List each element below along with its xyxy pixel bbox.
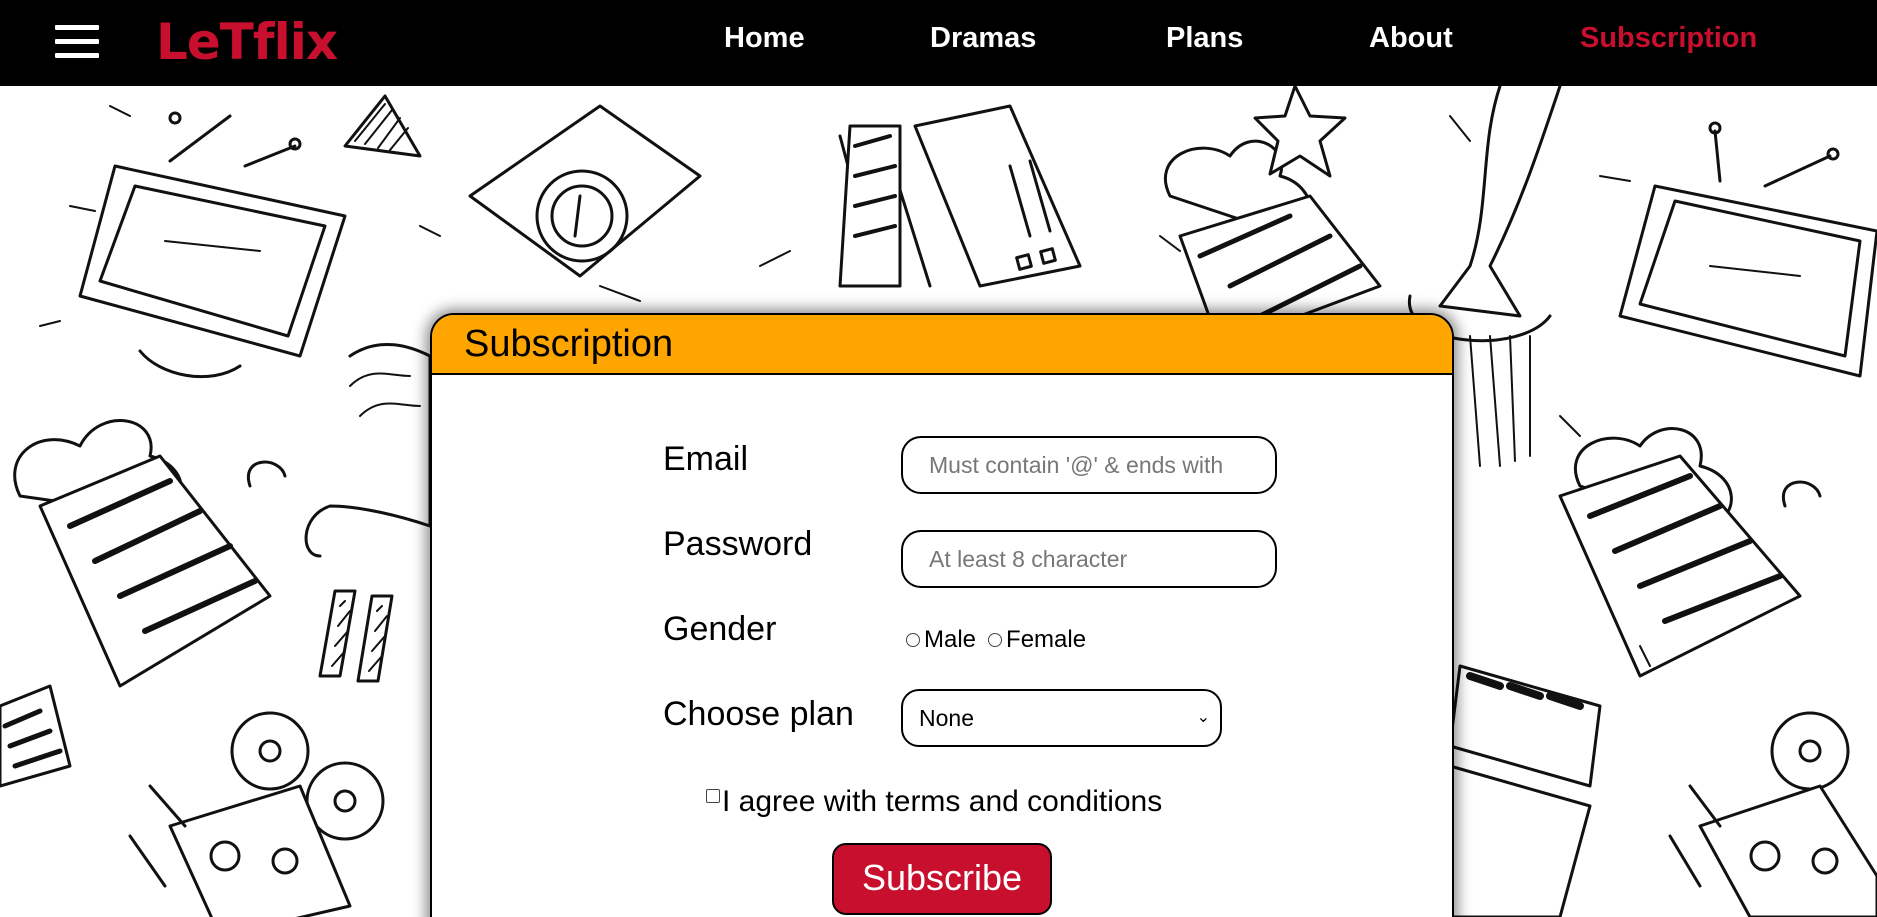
hamburger-menu-icon[interactable] <box>55 25 99 59</box>
nav-link-home[interactable]: Home <box>724 18 805 58</box>
gender-male-label[interactable]: Male <box>924 626 976 654</box>
gender-female-label[interactable]: Female <box>1006 626 1086 654</box>
plan-select[interactable]: None ⌄ <box>901 689 1222 747</box>
plan-label: Choose plan <box>663 695 854 733</box>
gender-radio-group: Male Female <box>906 626 1098 654</box>
gender-male-radio[interactable] <box>906 633 920 647</box>
subscribe-button[interactable]: Subscribe <box>832 843 1052 915</box>
nav-link-about[interactable]: About <box>1369 18 1453 58</box>
form-title: Subscription <box>432 315 1452 375</box>
plan-select-value: None <box>919 705 974 731</box>
nav-link-subscription[interactable]: Subscription <box>1580 18 1757 58</box>
clapperboard-icon <box>1438 664 1602 917</box>
nav-link-plans[interactable]: Plans <box>1166 18 1243 58</box>
film-projector-icon <box>1668 711 1877 917</box>
camera-icon <box>468 104 702 278</box>
tv-icon <box>1618 121 1877 378</box>
nav-link-dramas[interactable]: Dramas <box>930 18 1036 58</box>
navbar: LeTflix Home Dramas Plans About Subscrip… <box>0 0 1877 86</box>
gender-female-radio[interactable] <box>988 633 1003 647</box>
film-projector-icon <box>128 711 385 917</box>
logo[interactable]: LeTflix <box>156 12 338 72</box>
email-label: Email <box>663 440 749 478</box>
terms-row: I agree with terms and conditions <box>706 785 1162 819</box>
password-label: Password <box>663 525 813 563</box>
terms-checkbox[interactable] <box>706 789 720 803</box>
subscription-form: Subscription Email Password Gender Male … <box>430 313 1454 917</box>
tv-icon <box>78 111 347 379</box>
chevron-down-icon: ⌄ <box>1196 709 1210 726</box>
password-field[interactable] <box>901 530 1277 588</box>
gender-label: Gender <box>663 610 777 648</box>
clapperboard-icon <box>838 104 1082 288</box>
popcorn-icon <box>13 419 287 688</box>
email-field[interactable] <box>901 436 1277 494</box>
terms-label[interactable]: I agree with terms and conditions <box>722 785 1162 819</box>
popcorn-icon <box>1558 427 1822 678</box>
